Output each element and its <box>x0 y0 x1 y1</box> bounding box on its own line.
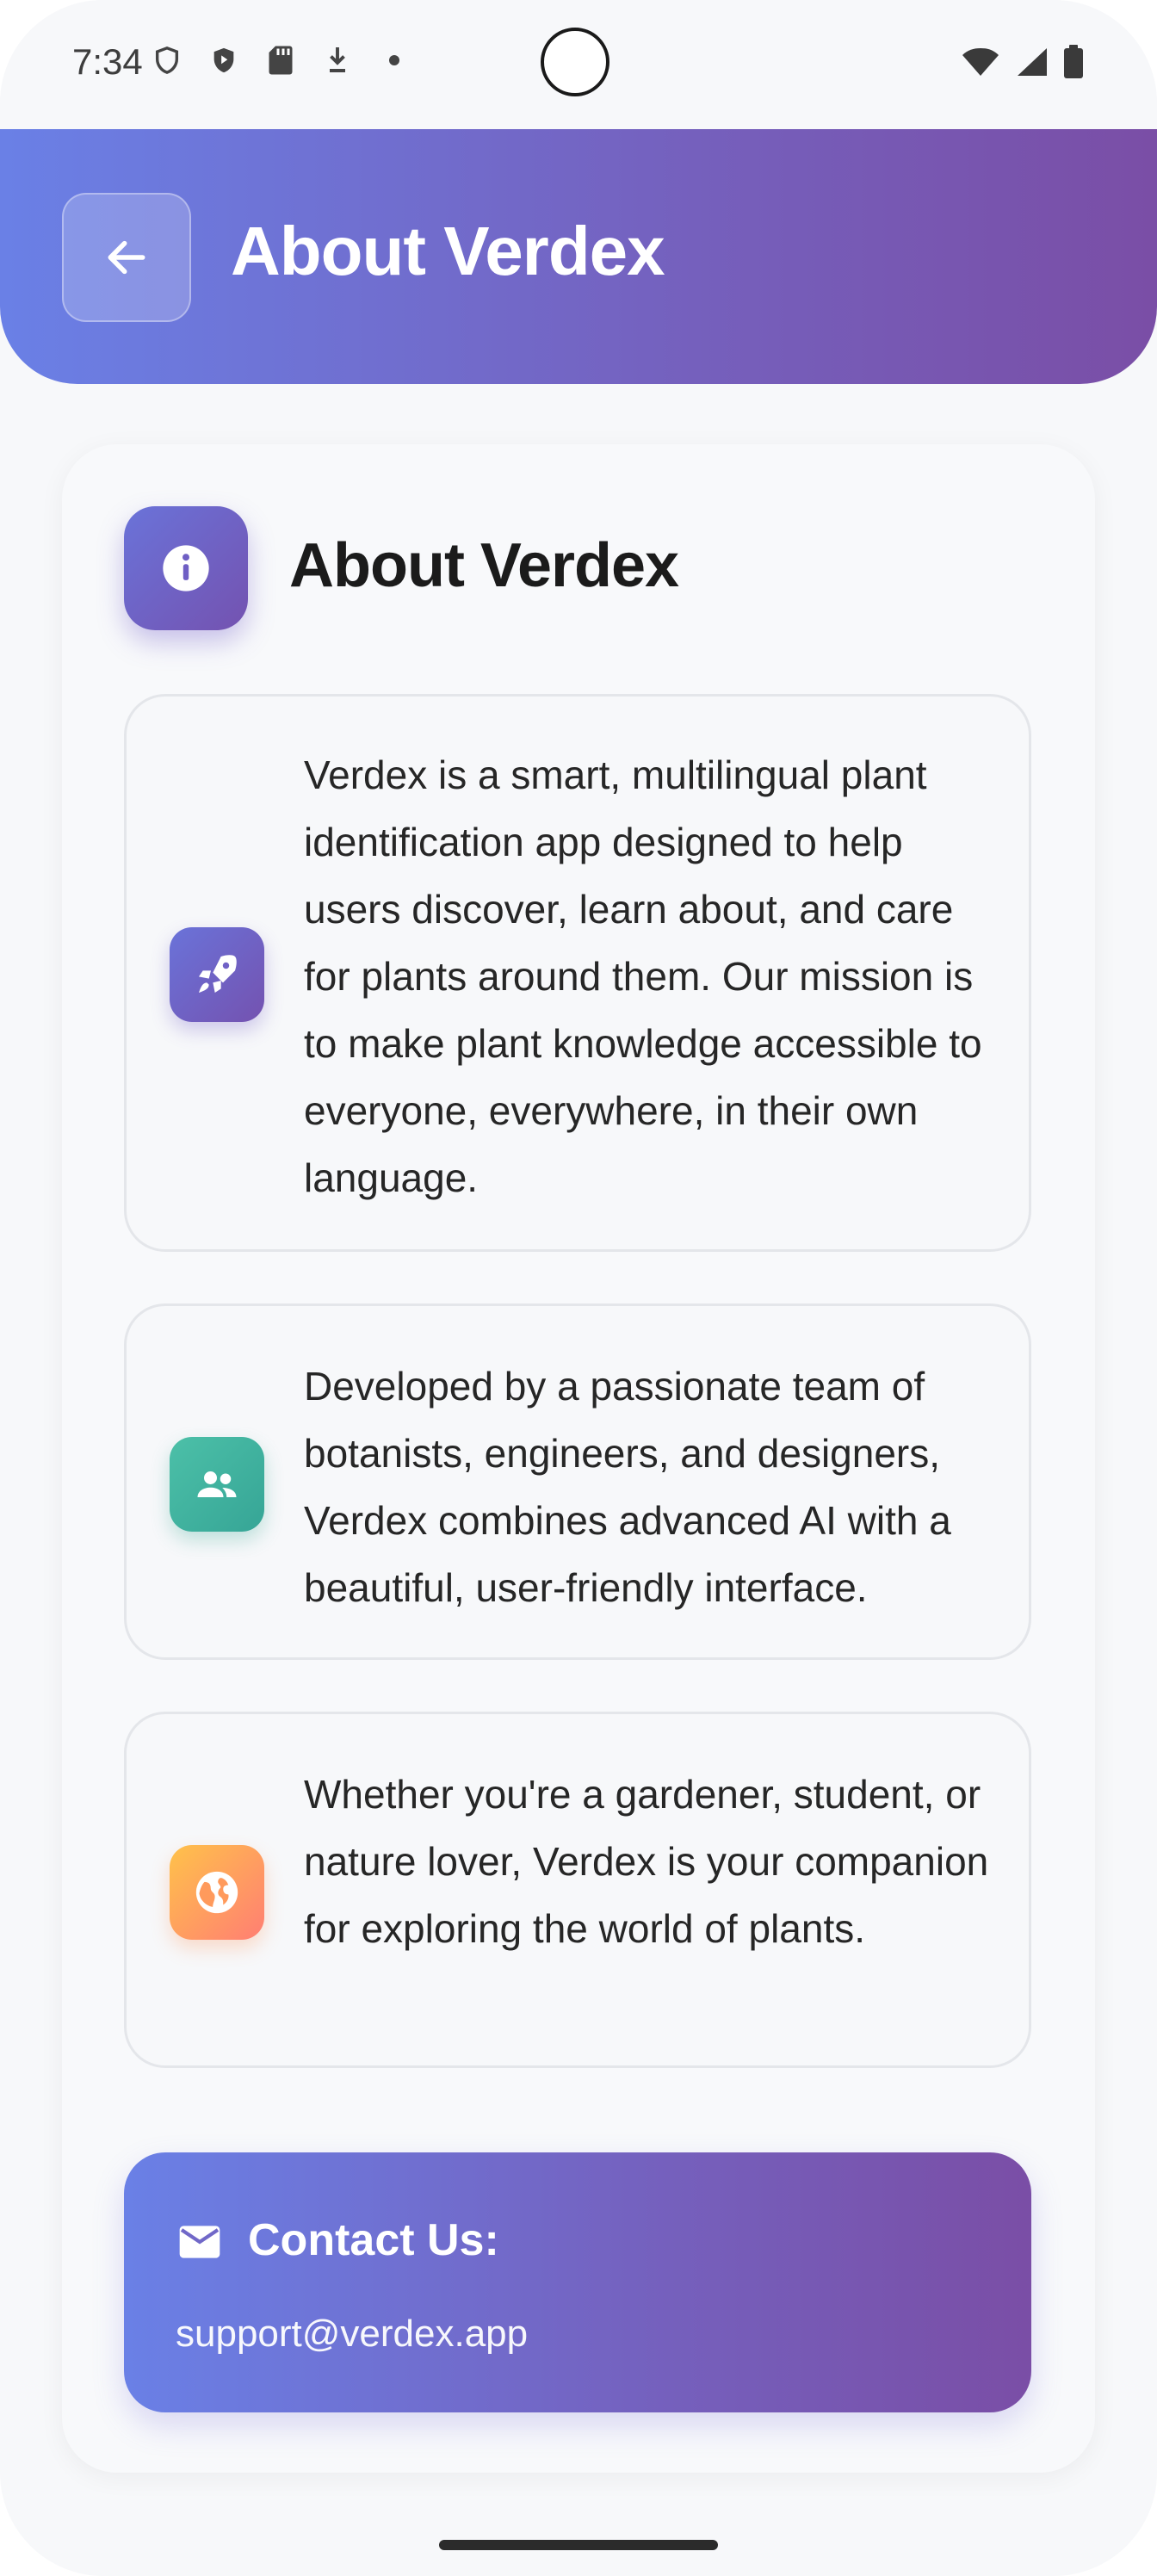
people-badge <box>170 1437 264 1532</box>
arrow-left-icon <box>108 240 145 275</box>
shield-outline-icon <box>152 45 183 76</box>
people-icon <box>197 1471 237 1497</box>
status-icons-left <box>152 45 410 76</box>
app-header: About Verdex <box>0 129 1157 384</box>
mission-section: Verdex is a smart, multilingual plant id… <box>124 694 1031 1252</box>
contact-box: Contact Us: support@verdex.app <box>124 2152 1031 2412</box>
mission-text: Verdex is a smart, multilingual plant id… <box>304 752 982 1200</box>
signal-icon <box>1014 46 1049 82</box>
status-time: 7:34 <box>72 41 143 82</box>
card-title: About Verdex <box>289 531 679 600</box>
status-bar: 7:34 <box>0 0 1157 129</box>
notification-dot-icon <box>379 45 410 76</box>
battery-icon <box>1062 45 1085 84</box>
home-indicator[interactable] <box>439 2540 718 2550</box>
download-icon <box>322 45 353 76</box>
shield-play-icon <box>208 45 239 76</box>
team-text: Developed by a passionate team of botani… <box>304 1364 951 1610</box>
contact-title: Contact Us: <box>248 2215 499 2265</box>
info-badge <box>124 506 248 630</box>
rocket-badge <box>170 927 264 1022</box>
wifi-icon <box>961 46 1000 82</box>
front-camera <box>541 28 609 96</box>
page-title: About Verdex <box>231 213 665 289</box>
status-icons-right <box>961 45 1085 84</box>
contact-email-link[interactable]: support@verdex.app <box>176 2313 528 2356</box>
globe-badge <box>170 1845 264 1940</box>
device-screen: 7:34 About Verdex About Verdex Verdex is… <box>0 0 1157 2576</box>
mail-icon <box>179 2226 220 2258</box>
sd-card-icon <box>265 45 296 76</box>
team-section: Developed by a passionate team of botani… <box>124 1303 1031 1660</box>
audience-text: Whether you're a gardener, student, or n… <box>304 1772 989 1951</box>
info-icon <box>163 545 209 591</box>
globe-icon <box>195 1871 238 1914</box>
back-button[interactable] <box>62 193 191 322</box>
about-card: About Verdex Verdex is a smart, multilin… <box>62 444 1095 2473</box>
rocket-icon <box>199 955 237 993</box>
audience-section: Whether you're a gardener, student, or n… <box>124 1712 1031 2068</box>
